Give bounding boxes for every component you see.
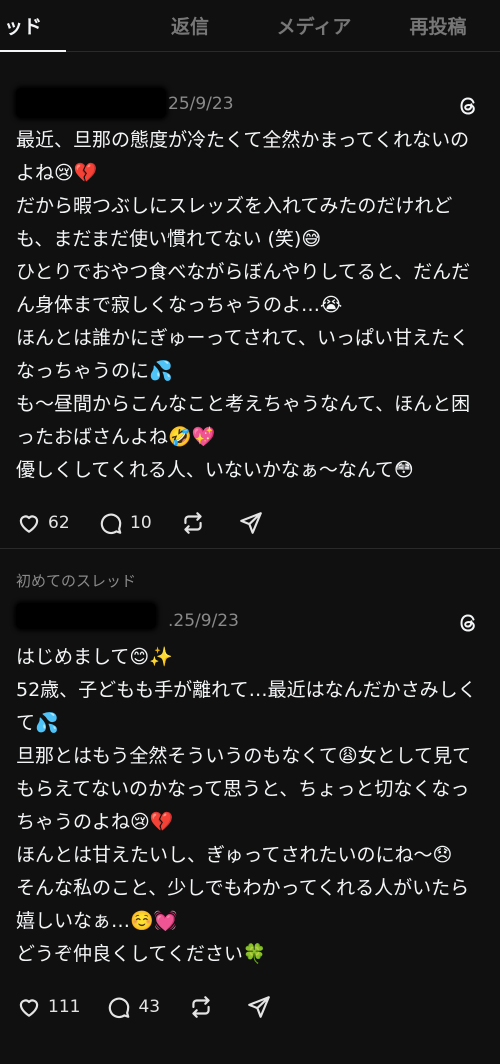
speech-bubble-icon: [100, 513, 122, 535]
redacted-username: [16, 88, 166, 118]
send-icon: [240, 512, 262, 534]
reply-count: 10: [130, 513, 152, 533]
repost-icon: [184, 512, 202, 534]
reply-button[interactable]: 10: [98, 510, 154, 536]
like-count: 111: [48, 997, 81, 1017]
repost-button[interactable]: [180, 510, 212, 536]
like-button[interactable]: 62: [16, 510, 72, 536]
post-divider: [0, 548, 500, 549]
share-button[interactable]: [246, 994, 278, 1020]
share-button[interactable]: [238, 510, 270, 536]
send-icon: [248, 996, 271, 1018]
reply-count: 43: [138, 997, 161, 1017]
repost-icon: [192, 996, 211, 1018]
post-date: 25/9/23: [168, 94, 234, 114]
post-date: .25/9/23: [168, 611, 239, 631]
tab-media[interactable]: メディア: [252, 0, 376, 51]
reply-button[interactable]: 43: [106, 994, 162, 1020]
thread-post[interactable]: 25/9/23 最近、旦那の態度が冷たくて全然かまってくれないのよね😢💔 だから…: [0, 84, 500, 545]
tab-threads[interactable]: ッド: [0, 0, 128, 52]
repost-button[interactable]: [188, 994, 220, 1020]
threads-logo-icon[interactable]: [456, 94, 480, 118]
profile-tabs: ッド 返信 メディア 再投稿: [0, 0, 500, 52]
speech-bubble-icon: [109, 997, 130, 1019]
post-text: 最近、旦那の態度が冷たくて全然かまってくれないのよね😢💔 だから暇つぶしにスレッ…: [16, 129, 471, 481]
post-actions: 62 10: [16, 501, 484, 545]
thread-context-label: 初めてのスレッド: [16, 572, 137, 590]
thread-post[interactable]: 初めてのスレッド .25/9/23 はじめまして😊✨ 52歳、子どもも手が離れて…: [0, 570, 500, 1029]
heart-icon: [19, 999, 39, 1017]
post-actions: 111 43: [16, 985, 484, 1029]
post-text: はじめまして😊✨ 52歳、子どもも手が離れて…最近はなんだかさみしくて💦 旦那と…: [16, 646, 477, 965]
like-button[interactable]: 111: [16, 994, 80, 1020]
post-header: .25/9/23: [16, 601, 484, 641]
threads-logo-icon[interactable]: [456, 611, 480, 635]
post-header: 25/9/23: [16, 84, 484, 124]
like-count: 62: [48, 513, 70, 533]
tab-reposts[interactable]: 再投稿: [376, 0, 500, 51]
heart-icon: [19, 515, 39, 533]
tab-replies[interactable]: 返信: [128, 0, 252, 51]
redacted-username: [16, 603, 156, 629]
